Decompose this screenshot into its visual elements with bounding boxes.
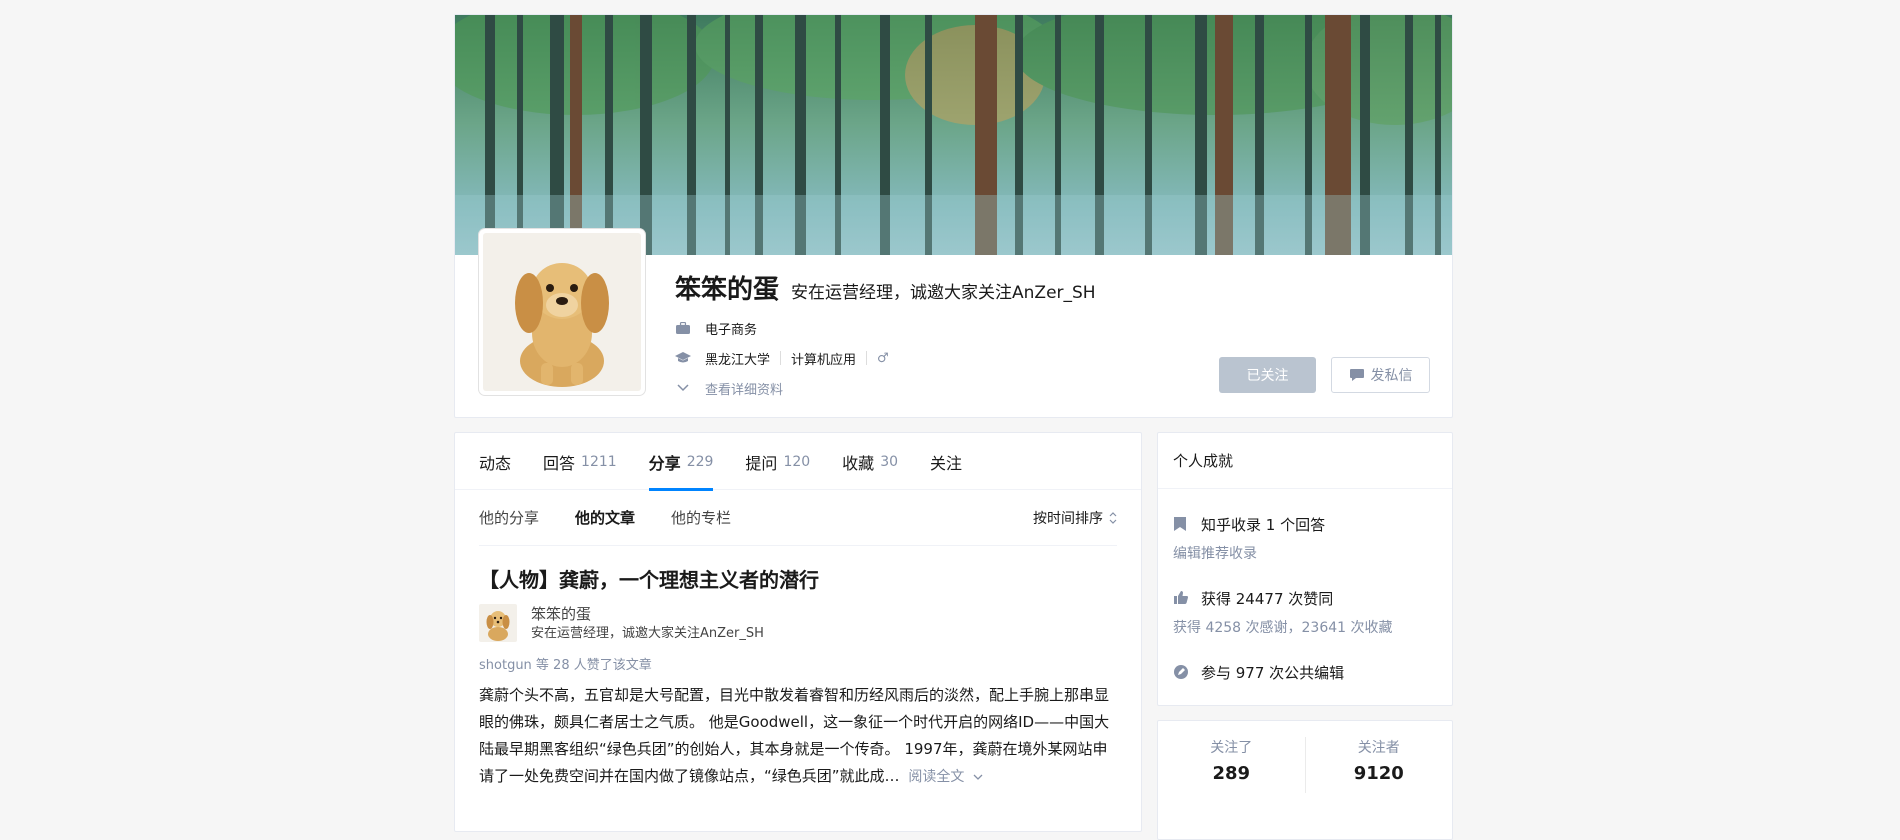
- tab-label: 回答: [543, 453, 576, 473]
- tab-questions[interactable]: 提问 120: [745, 433, 810, 490]
- tab-label: 关注: [930, 453, 963, 473]
- briefcase-icon: [675, 320, 691, 336]
- sub-tabs: 他的分享 他的文章 他的专栏 按时间排序: [479, 490, 1117, 546]
- tab-count: 1211: [581, 453, 617, 470]
- divider: [780, 351, 782, 365]
- following-count: 289: [1212, 763, 1251, 784]
- following-stat[interactable]: 关注了 289: [1158, 721, 1305, 839]
- collected-link[interactable]: 编辑推荐收录: [1173, 543, 1437, 565]
- compass-edit-icon: [1173, 664, 1189, 680]
- industry-text: 电子商务: [705, 322, 758, 338]
- achievement-votes: 获得 24477 次赞同: [1173, 587, 1437, 609]
- major-text: 计算机应用: [791, 352, 857, 368]
- profile-name: 笨笨的蛋: [675, 275, 780, 305]
- main-content-card: 动态 回答 1211 分享 229 提问 120 收藏 30 关注 他的分享 他…: [454, 432, 1142, 832]
- chevron-down-icon: [973, 774, 983, 781]
- school-text: 黑龙江大学: [705, 352, 771, 368]
- tab-following[interactable]: 关注: [930, 433, 962, 490]
- graduation-cap-icon: [675, 350, 691, 366]
- tab-label: 收藏: [842, 453, 875, 473]
- article-excerpt: 龚蔚个头不高，五官却是大号配置，目光中散发着睿智和历经风雨后的淡然，配上手腕上那…: [479, 682, 1115, 791]
- profile-avatar: [479, 229, 645, 395]
- sort-arrows-icon: [1109, 511, 1117, 524]
- followers-stat[interactable]: 关注者 9120: [1306, 721, 1453, 839]
- author-bio: 安在运营经理，诚邀大家关注AnZer_SH: [531, 626, 764, 641]
- cover-image: [455, 15, 1452, 255]
- chat-bubble-icon: [1349, 368, 1365, 382]
- industry-line: 电子商务: [675, 318, 1235, 338]
- collected-text: 知乎收录 1 个回答: [1201, 515, 1326, 534]
- excerpt-text: 龚蔚个头不高，五官却是大号配置，目光中散发着睿智和历经风雨后的淡然，配上手腕上那…: [479, 686, 1110, 785]
- more-info-link[interactable]: 查看详细资料: [705, 379, 783, 398]
- bookmark-icon: [1173, 516, 1189, 532]
- article-voters[interactable]: shotgun 等 28 人赞了该文章: [479, 656, 1117, 676]
- profile-info: 笨笨的蛋 安在运营经理，诚邀大家关注AnZer_SH 电子商务 黑龙江大学 计算…: [675, 269, 1235, 398]
- followers-count: 9120: [1353, 763, 1404, 784]
- edits-text: 参与 977 次公共编辑: [1201, 663, 1345, 682]
- read-more-link[interactable]: 阅读全文: [908, 769, 983, 785]
- following-label: 关注了: [1210, 740, 1253, 756]
- author-name[interactable]: 笨笨的蛋: [531, 604, 764, 624]
- more-info-toggle[interactable]: 查看详细资料: [675, 378, 1235, 398]
- subtab-his-columns[interactable]: 他的专栏: [671, 507, 731, 528]
- tab-count: 30: [880, 453, 899, 470]
- subtab-his-shares[interactable]: 他的分享: [479, 507, 539, 528]
- author-avatar[interactable]: [479, 604, 517, 642]
- sort-dropdown[interactable]: 按时间排序: [1033, 508, 1117, 528]
- followed-button[interactable]: 已关注: [1219, 357, 1316, 393]
- read-more-label: 阅读全文: [908, 769, 965, 785]
- sort-label: 按时间排序: [1033, 510, 1103, 527]
- tab-count: 229: [686, 453, 714, 470]
- followers-label: 关注者: [1357, 740, 1400, 756]
- tab-label: 提问: [745, 453, 778, 473]
- achievement-edits: 参与 977 次公共编辑: [1173, 661, 1437, 683]
- male-gender-icon: ♂: [877, 350, 889, 366]
- article-author: 笨笨的蛋 安在运营经理，诚邀大家关注AnZer_SH: [479, 604, 1117, 644]
- tab-count: 120: [783, 453, 811, 470]
- follow-stats-card: 关注了 289 关注者 9120: [1157, 720, 1453, 840]
- tab-collections[interactable]: 收藏 30: [842, 433, 898, 490]
- achievements-title: 个人成就: [1158, 433, 1452, 489]
- profile-headline: 安在运营经理，诚邀大家关注AnZer_SH: [791, 283, 1096, 303]
- votes-text: 获得 24477 次赞同: [1201, 589, 1334, 608]
- thumbs-up-icon: [1173, 590, 1189, 606]
- article-title[interactable]: 【人物】龚蔚，一个理想主义者的潜行: [479, 566, 1117, 594]
- profile-header-card: 笨笨的蛋 安在运营经理，诚邀大家关注AnZer_SH 电子商务 黑龙江大学 计算…: [454, 14, 1453, 418]
- achievements-card: 个人成就 知乎收录 1 个回答 编辑推荐收录 获得 24477 次赞同 获得 4…: [1157, 432, 1453, 706]
- send-message-label: 发私信: [1370, 368, 1413, 384]
- chevron-down-icon: [675, 380, 691, 396]
- education-line: 黑龙江大学 计算机应用 ♂: [675, 348, 1235, 368]
- achievement-collected: 知乎收录 1 个回答: [1173, 513, 1437, 535]
- tab-label: 动态: [479, 453, 512, 473]
- tab-label: 分享: [648, 453, 681, 473]
- send-message-button[interactable]: 发私信: [1331, 357, 1430, 393]
- subtab-his-articles[interactable]: 他的文章: [575, 507, 635, 528]
- thanks-text: 获得 4258 次感谢，23641 次收藏: [1173, 620, 1393, 636]
- tab-answers[interactable]: 回答 1211: [543, 433, 617, 490]
- tab-shares[interactable]: 分享 229: [648, 433, 714, 491]
- divider: [866, 351, 868, 365]
- profile-tabs: 动态 回答 1211 分享 229 提问 120 收藏 30 关注: [455, 433, 1141, 491]
- article-item: 【人物】龚蔚，一个理想主义者的潜行 笨笨的蛋 安在运营经理，诚邀大家关注AnZe…: [455, 546, 1141, 791]
- tab-activity[interactable]: 动态: [479, 433, 511, 490]
